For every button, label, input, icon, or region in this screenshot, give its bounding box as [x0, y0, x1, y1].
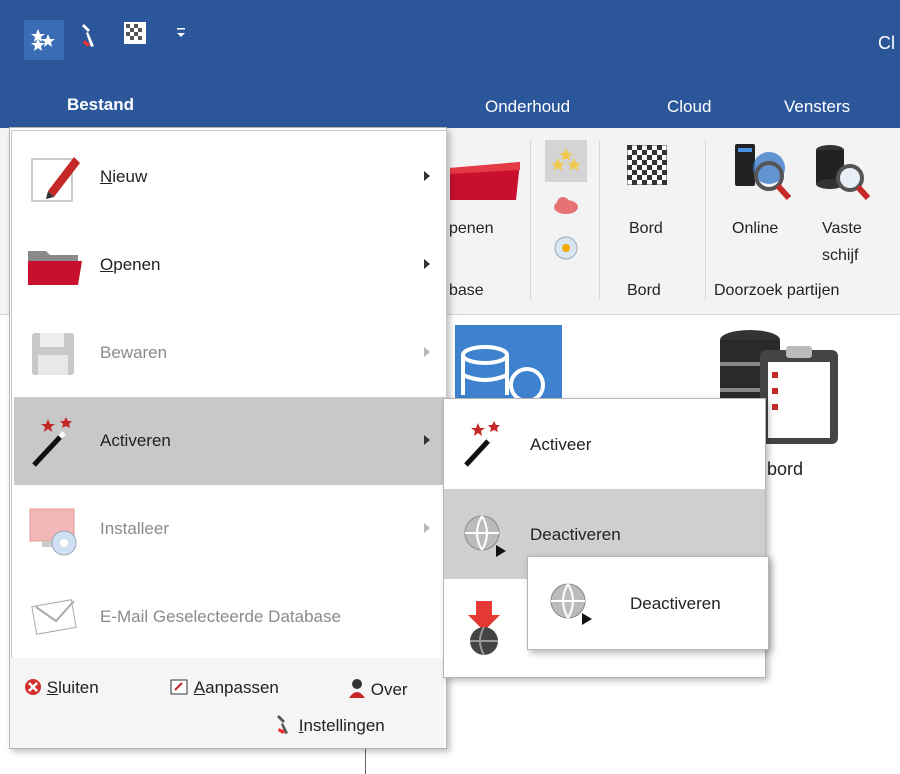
bestand-menu: Nieuw Openen Bewaren Activeren Installee…	[9, 127, 447, 749]
magic-wand-icon	[28, 415, 82, 469]
tab-bestand[interactable]: Bestand	[9, 82, 192, 127]
ribbon-group-bord: Bord	[627, 282, 661, 299]
globe-deactivate-icon	[548, 579, 594, 630]
menu-item-openen[interactable]: Openen	[14, 221, 446, 309]
ribbon-group-doorzoek: Doorzoek partijen	[714, 282, 840, 299]
ribbon-openen-label[interactable]: penen	[449, 220, 494, 238]
menu-item-openen-label: Openen	[100, 255, 161, 274]
flyout-deactiveren-label: Deactiveren	[630, 594, 721, 613]
flyout-item-deactiveren[interactable]: Deactiveren	[528, 557, 768, 649]
quick-access-board-icon[interactable]	[124, 22, 146, 50]
install-monitor-icon	[28, 503, 82, 557]
ribbon-vaste-line2[interactable]: schijf	[822, 247, 858, 265]
quick-access-logo-icon[interactable]	[24, 20, 64, 60]
ribbon-chessboard-icon[interactable]	[626, 144, 668, 190]
submenu-arrow-icon	[424, 347, 430, 357]
menu-item-email-label: E-Mail Geselecteerde Database	[100, 607, 341, 626]
new-pencil-icon	[28, 151, 82, 205]
ribbon-separator	[530, 140, 531, 300]
submenu-arrow-icon	[424, 171, 430, 181]
customize-icon	[170, 679, 188, 695]
sluiten-button[interactable]: Sluiten	[24, 678, 99, 698]
about-person-icon	[349, 679, 365, 698]
menu-item-bewaren[interactable]: Bewaren	[14, 309, 446, 397]
download-arrow-icon	[462, 597, 506, 662]
settings-wrench-icon	[277, 715, 288, 734]
menu-item-activeren-label: Activeren	[100, 431, 171, 450]
ribbon-cloud-icon[interactable]	[551, 195, 581, 220]
tab-vensters[interactable]: Vensters	[784, 97, 850, 117]
magic-wand-icon	[462, 419, 506, 474]
aanpassen-button[interactable]: Aanpassen	[170, 678, 279, 698]
instellingen-button[interactable]: Instellingen	[276, 714, 385, 736]
over-button[interactable]: Over	[348, 678, 408, 700]
tab-cloud[interactable]: Cloud	[667, 97, 711, 117]
email-envelope-icon	[28, 591, 82, 645]
submenu-item-activeer[interactable]: Activeer	[444, 399, 765, 489]
ribbon-separator	[599, 140, 600, 300]
bestand-menu-footer: Sluiten Aanpassen Over Instellingen	[10, 658, 444, 748]
ribbon-separator	[705, 140, 706, 300]
ribbon-bord-button[interactable]: Bord	[629, 220, 663, 238]
bestand-menu-items: Nieuw Openen Bewaren Activeren Installee…	[11, 130, 447, 660]
ribbon-vaste-line1[interactable]: Vaste	[822, 220, 862, 238]
quick-access-dropdown-icon[interactable]	[176, 26, 186, 44]
harddisk-search-icon[interactable]	[812, 142, 872, 209]
tile-bord-label: :bord	[762, 459, 804, 479]
menu-item-bewaren-label: Bewaren	[100, 343, 168, 362]
submenu-arrow-icon	[424, 435, 430, 445]
menu-item-email-database[interactable]: E-Mail Geselecteerde Database	[14, 573, 446, 661]
menu-item-nieuw[interactable]: Nieuw	[14, 133, 446, 221]
menu-item-installeer[interactable]: Installeer	[14, 485, 446, 573]
globe-deactivate-icon	[462, 511, 508, 562]
save-disk-icon	[28, 327, 82, 381]
ribbon-stars-icon[interactable]	[545, 140, 587, 182]
database-tile-icon[interactable]	[455, 325, 562, 403]
close-icon	[25, 679, 41, 695]
tab-onderhoud[interactable]: Onderhoud	[485, 97, 570, 117]
submenu-activeer-label: Activeer	[530, 435, 592, 454]
submenu-arrow-icon	[424, 259, 430, 269]
ribbon-disc-icon[interactable]	[553, 235, 579, 266]
open-folder-icon	[450, 160, 520, 205]
open-folder-icon	[28, 239, 82, 293]
menu-item-nieuw-label: Nieuw	[100, 167, 148, 186]
online-search-icon[interactable]	[733, 140, 793, 209]
submenu-deactiveren-label: Deactiveren	[530, 525, 621, 544]
deactiveren-flyout: Deactiveren	[527, 556, 769, 650]
ribbon-online-button[interactable]: Online	[732, 220, 778, 238]
submenu-arrow-icon	[424, 523, 430, 533]
menu-item-installeer-label: Installeer	[100, 519, 169, 538]
window-title: Cl	[878, 33, 895, 53]
ribbon-group-database: base	[449, 282, 484, 299]
menu-item-activeren[interactable]: Activeren	[14, 397, 446, 485]
quick-access-wrench-icon[interactable]	[80, 22, 100, 54]
